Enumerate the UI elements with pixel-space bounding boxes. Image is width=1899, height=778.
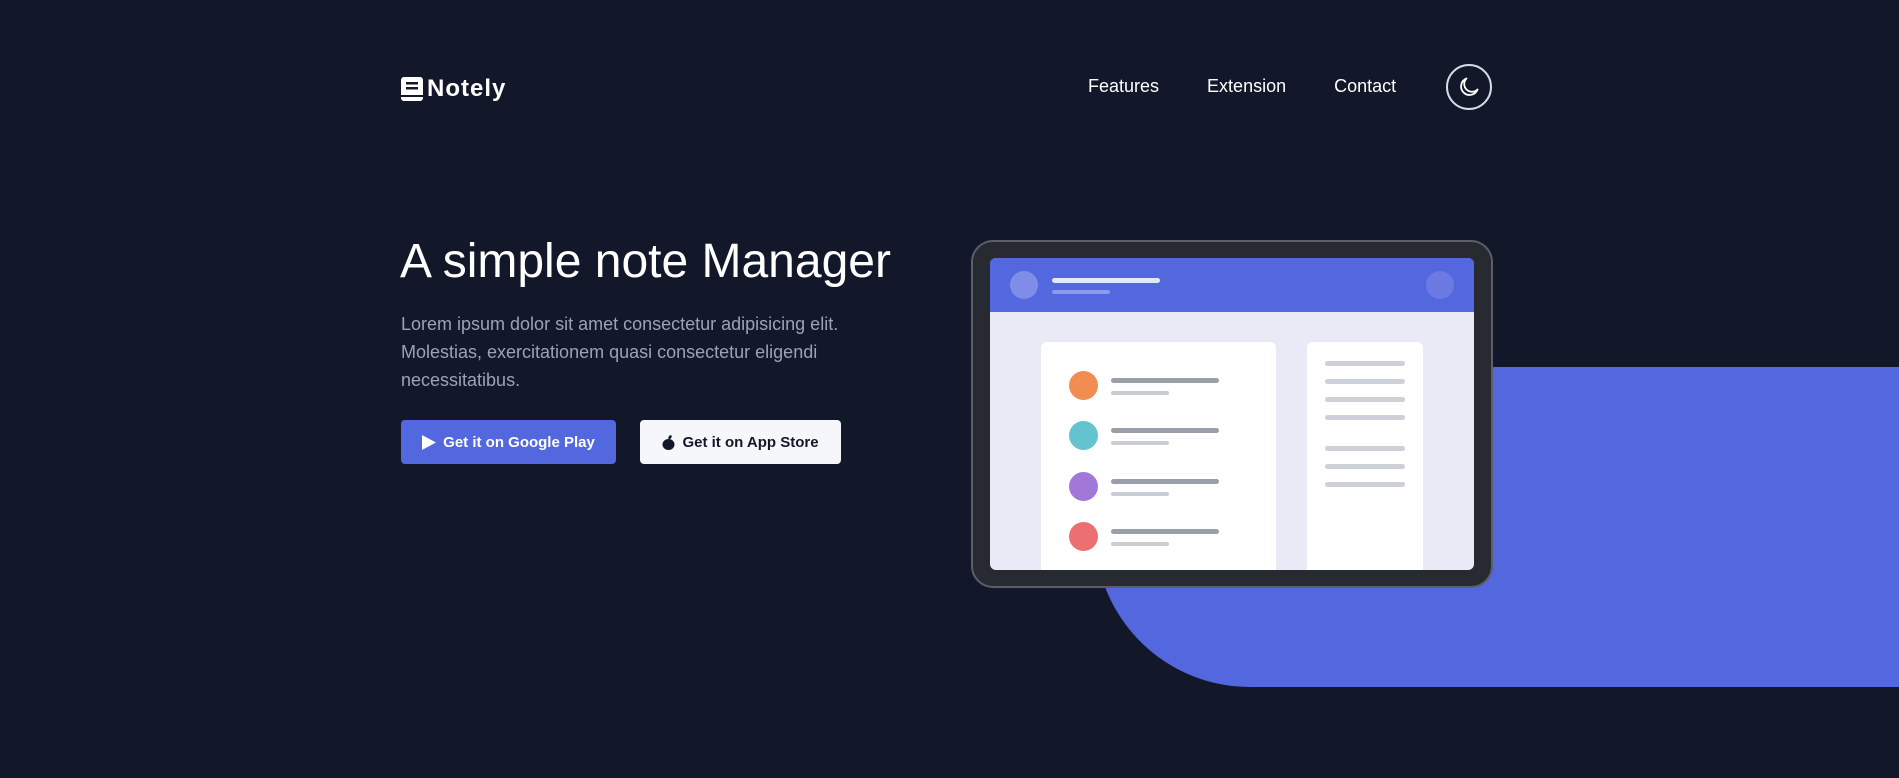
mockup-line: [1325, 446, 1405, 451]
play-icon: [422, 434, 437, 450]
mockup-menu-placeholder: [1426, 271, 1454, 299]
mockup-dot: [1069, 421, 1098, 450]
mockup-line: [1111, 479, 1219, 484]
app-store-label: Get it on App Store: [682, 433, 819, 451]
mockup-line: [1111, 391, 1169, 395]
app-store-button[interactable]: Get it on App Store: [640, 420, 841, 464]
mockup-line: [1325, 379, 1405, 384]
google-play-label: Get it on Google Play: [443, 433, 595, 451]
mockup-subtitle-placeholder: [1052, 290, 1110, 294]
mockup-line: [1111, 428, 1219, 433]
mockup-line: [1111, 529, 1219, 534]
theme-toggle-button[interactable]: [1446, 64, 1492, 110]
mockup-avatar: [1010, 271, 1038, 299]
mockup-side-panel: [1307, 342, 1423, 570]
mockup-line: [1111, 441, 1169, 445]
mockup-list-item: [1069, 421, 1249, 451]
hero-description: Lorem ipsum dolor sit amet consectetur a…: [401, 314, 839, 390]
nav-link-contact[interactable]: Contact: [1334, 76, 1396, 97]
brand-logo[interactable]: Notely: [401, 75, 506, 103]
mockup-line: [1111, 492, 1169, 496]
mockup-list-item: [1069, 371, 1249, 401]
google-play-button[interactable]: Get it on Google Play: [401, 420, 616, 464]
apple-icon: [662, 434, 675, 450]
mockup-note-list: [1041, 342, 1276, 570]
mockup-line: [1325, 361, 1405, 366]
notebook-icon: [401, 77, 423, 101]
nav-link-extension[interactable]: Extension: [1207, 76, 1286, 97]
mockup-dot: [1069, 371, 1098, 400]
tablet-mockup: [971, 240, 1493, 588]
mockup-line: [1325, 397, 1405, 402]
brand-name: Notely: [427, 75, 507, 102]
mockup-list-item: [1069, 522, 1249, 552]
nav-link-features[interactable]: Features: [1088, 76, 1159, 97]
mockup-line: [1111, 378, 1219, 383]
mockup-dot: [1069, 522, 1098, 551]
mockup-title-placeholder: [1052, 278, 1160, 283]
mockup-header: [990, 258, 1474, 312]
tablet-screen: [990, 258, 1474, 570]
mockup-line: [1325, 464, 1405, 469]
mockup-line: [1325, 415, 1405, 420]
mockup-dot: [1069, 472, 1098, 501]
mockup-list-item: [1069, 472, 1249, 502]
main-nav: Features Extension Contact: [1088, 76, 1396, 97]
mockup-line: [1325, 482, 1405, 487]
moon-icon: [1460, 77, 1479, 96]
mockup-line: [1111, 542, 1169, 546]
hero-title: A simple note Manager: [400, 235, 891, 288]
